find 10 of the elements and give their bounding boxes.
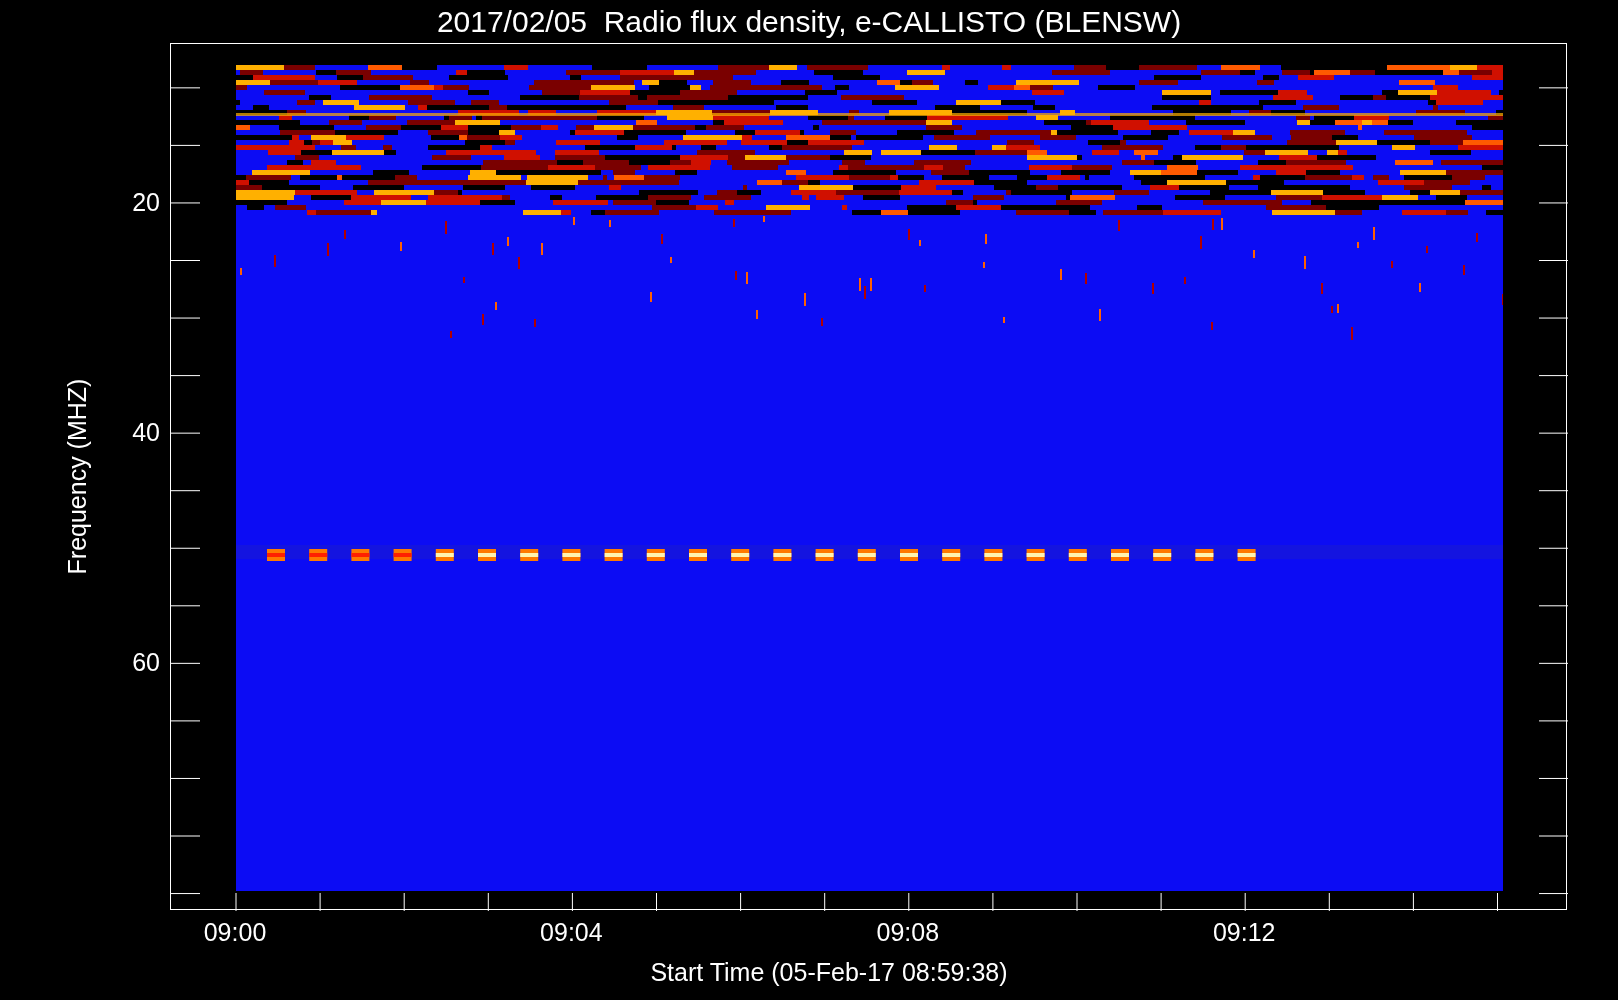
y-axis-label: Frequency (MHZ) [65, 378, 91, 574]
y-tick-label: 20 [132, 189, 160, 215]
x-tick-label: 09:08 [876, 920, 940, 945]
y-tick-label: 60 [132, 649, 160, 675]
x-axis-label: Start Time (05-Feb-17 08:59:38) [650, 960, 1008, 985]
x-tick-label: 09:12 [1212, 920, 1276, 945]
x-tick-label: 09:04 [540, 920, 603, 945]
y-tick-label: 40 [132, 419, 160, 445]
x-tick-label: 09:00 [203, 920, 267, 945]
chart-title: 2017/02/05 Radio flux density, e-CALLISTO (BLENSW) [436, 6, 1182, 37]
